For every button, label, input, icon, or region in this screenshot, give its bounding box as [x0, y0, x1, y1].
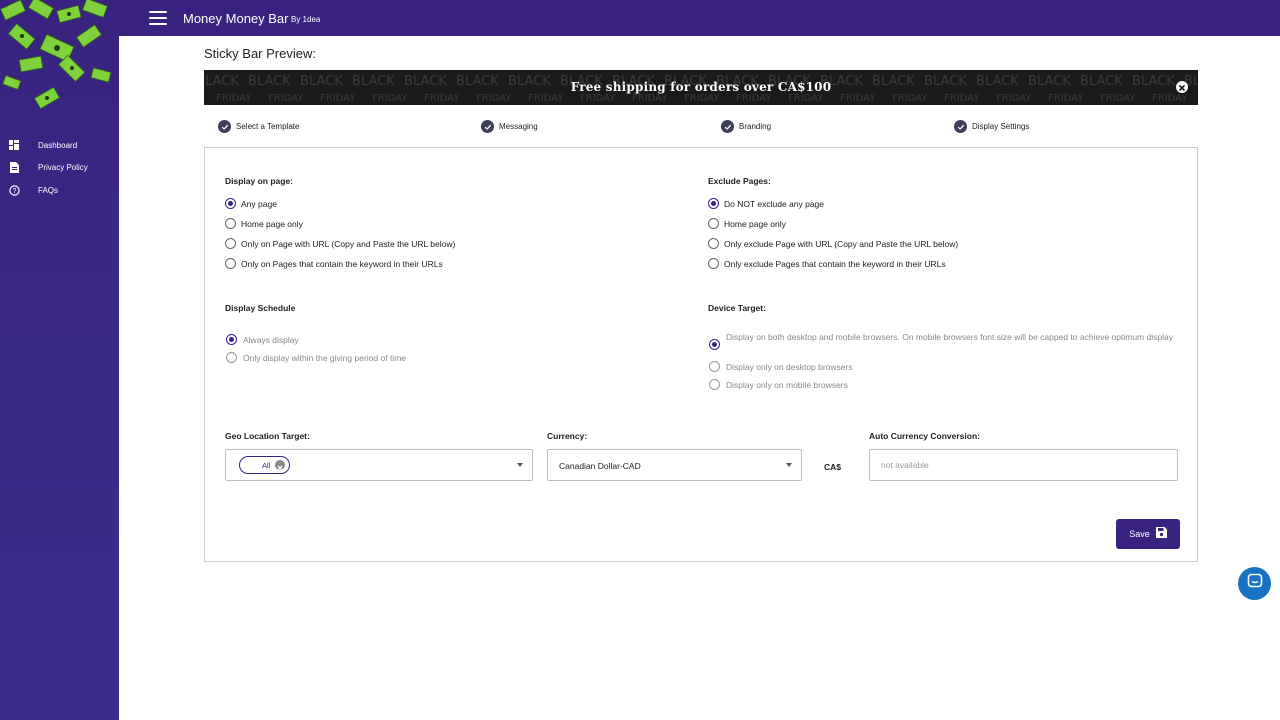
geo-location-select[interactable]: All — [225, 449, 533, 481]
chat-icon — [1247, 573, 1263, 594]
currency-value: Canadian Dollar-CAD — [559, 461, 641, 471]
display-schedule-title: Display Schedule — [225, 303, 296, 313]
sidebar-nav: Dashboard Privacy Policy ? FAQs — [0, 134, 119, 202]
check-circle-icon — [218, 120, 231, 133]
step-branding[interactable]: Branding — [721, 120, 771, 133]
radio-button[interactable] — [709, 379, 720, 390]
top-app-bar: Money Money Bar By 1dea — [119, 0, 1280, 36]
radio-button[interactable] — [709, 361, 720, 372]
radio-label: Always display — [243, 334, 299, 345]
radio-always-display[interactable]: Always display — [226, 334, 299, 345]
floppy-disk-icon — [1155, 525, 1167, 543]
radio-button[interactable] — [708, 238, 719, 249]
currency-label: Currency: — [547, 431, 588, 441]
radio-label: Only on Page with URL (Copy and Paste th… — [241, 238, 456, 249]
radio-pages-with-keyword[interactable]: Only on Pages that contain the keyword i… — [225, 258, 443, 269]
radio-label: Home page only — [724, 218, 786, 229]
radio-any-page[interactable]: Any page — [225, 198, 277, 209]
sticky-bar-message: Free shipping for orders over CA$100 — [570, 80, 832, 94]
app-title: Money Money Bar — [183, 11, 289, 26]
currency-symbol: CA$ — [824, 462, 842, 472]
geo-location-label: Geo Location Target: — [225, 431, 310, 441]
chevron-down-icon — [517, 463, 523, 467]
money-illustration — [0, 0, 119, 120]
radio-desktop-only[interactable]: Display only on desktop browsers — [709, 361, 853, 372]
step-select-template[interactable]: Select a Template — [218, 120, 299, 133]
sidebar: Dashboard Privacy Policy ? FAQs — [0, 0, 119, 720]
radio-label: Only on Pages that contain the keyword i… — [241, 258, 443, 269]
radio-desktop-and-mobile[interactable]: Display on both desktop and mobile brows… — [709, 332, 1176, 350]
help-icon: ? — [8, 184, 20, 196]
step-label: Messaging — [499, 122, 538, 131]
auto-conversion-label: Auto Currency Conversion: — [869, 431, 980, 441]
sidebar-item-label: FAQs — [38, 185, 59, 195]
close-icon[interactable] — [1176, 81, 1188, 93]
step-label: Display Settings — [972, 122, 1030, 131]
document-icon — [8, 162, 20, 174]
check-circle-icon — [954, 120, 967, 133]
radio-button[interactable] — [225, 198, 236, 209]
radio-button[interactable] — [225, 238, 236, 249]
radio-do-not-exclude[interactable]: Do NOT exclude any page — [708, 198, 824, 209]
chevron-down-icon — [786, 463, 792, 467]
radio-label: Only exclude Pages that contain the keyw… — [724, 258, 946, 269]
radio-exclude-page-with-url[interactable]: Only exclude Page with URL (Copy and Pas… — [708, 238, 958, 249]
display-on-page-title: Display on page: — [225, 176, 294, 186]
radio-button[interactable] — [226, 334, 237, 345]
radio-label: Any page — [241, 198, 277, 209]
radio-button[interactable] — [225, 258, 236, 269]
check-circle-icon — [721, 120, 734, 133]
radio-display-within-period[interactable]: Only display within the giving period of… — [226, 352, 406, 363]
sticky-bar-preview: BLACKFRIDAYBLACKFRIDAYBLACKFRIDAYBLACKFR… — [204, 70, 1198, 105]
sidebar-item-label: Privacy Policy — [38, 163, 88, 173]
display-settings-card: Display on page: Any page Home page only… — [204, 148, 1198, 562]
app-author: By 1dea — [291, 15, 321, 24]
radio-label: Home page only — [241, 218, 303, 229]
radio-button[interactable] — [708, 218, 719, 229]
device-target-title: Device Target: — [708, 303, 766, 313]
menu-icon[interactable] — [149, 11, 167, 25]
radio-label: Display only on desktop browsers — [726, 361, 853, 372]
step-label: Select a Template — [236, 122, 300, 131]
radio-page-with-url[interactable]: Only on Page with URL (Copy and Paste th… — [225, 238, 455, 249]
radio-home-page-only[interactable]: Home page only — [225, 218, 303, 229]
exclude-pages-title: Exclude Pages: — [708, 176, 771, 186]
stepper: Select a Template Messaging Branding Dis… — [204, 106, 1198, 148]
radio-label: Only display within the giving period of… — [243, 352, 406, 363]
radio-label: Display only on mobile browsers — [726, 379, 848, 390]
radio-exclude-home-page[interactable]: Home page only — [708, 218, 786, 229]
step-display-settings[interactable]: Display Settings — [954, 120, 1029, 133]
save-button[interactable]: Save — [1116, 519, 1180, 549]
radio-button[interactable] — [708, 258, 719, 269]
radio-label: Do NOT exclude any page — [724, 198, 825, 209]
currency-select[interactable]: Canadian Dollar-CAD — [547, 449, 802, 481]
radio-exclude-pages-with-keyword[interactable]: Only exclude Pages that contain the keyw… — [708, 258, 946, 269]
radio-mobile-only[interactable]: Display only on mobile browsers — [709, 379, 848, 390]
chat-widget-button[interactable] — [1238, 567, 1271, 600]
geo-chip-all[interactable]: All — [239, 456, 290, 474]
auto-conversion-input[interactable] — [869, 449, 1178, 481]
radio-label: Only exclude Page with URL (Copy and Pas… — [724, 238, 959, 249]
sidebar-item-faqs[interactable]: ? FAQs — [0, 179, 119, 202]
radio-button[interactable] — [708, 198, 719, 209]
radio-button[interactable] — [709, 339, 720, 350]
chip-label: All — [262, 460, 271, 470]
dashboard-icon — [8, 139, 20, 151]
radio-button[interactable] — [225, 218, 236, 229]
radio-button[interactable] — [226, 352, 237, 363]
step-label: Branding — [739, 122, 772, 131]
sidebar-item-privacy-policy[interactable]: Privacy Policy — [0, 157, 119, 180]
sidebar-item-label: Dashboard — [38, 140, 78, 150]
remove-chip-icon[interactable] — [275, 460, 285, 471]
radio-label: Display on both desktop and mobile brows… — [726, 332, 1173, 342]
check-circle-icon — [481, 120, 494, 133]
svg-text:?: ? — [12, 188, 16, 195]
step-messaging[interactable]: Messaging — [481, 120, 538, 133]
sidebar-item-dashboard[interactable]: Dashboard — [0, 134, 119, 157]
save-label: Save — [1129, 529, 1150, 539]
preview-title: Sticky Bar Preview: — [204, 46, 316, 61]
